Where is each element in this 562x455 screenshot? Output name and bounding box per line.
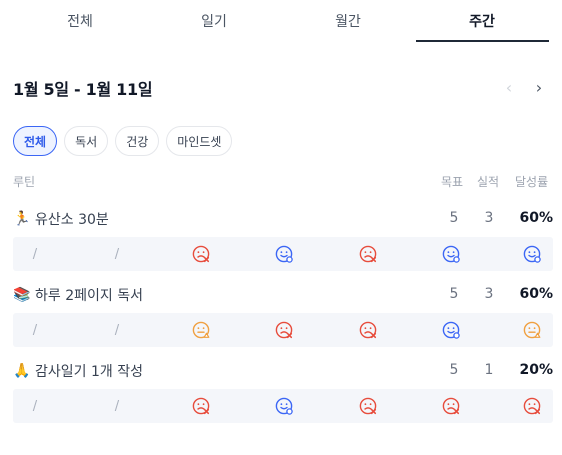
day-status-fail-icon[interactable] — [264, 313, 304, 347]
praying-hands-icon: 🙏 — [13, 363, 31, 379]
rate-column-header: 달성률 — [515, 175, 549, 189]
routine-done: 3 — [484, 286, 494, 302]
day-status-fail-icon[interactable] — [181, 237, 221, 271]
routine-name-label: 하루 2페이지 독서 — [35, 288, 143, 304]
day-empty-cell: / — [97, 313, 137, 347]
day-empty-cell: / — [15, 389, 55, 423]
routine-name[interactable]: 🙏 감사일기 1개 작성 — [13, 361, 143, 381]
prev-week-button[interactable]: ‹ — [501, 80, 517, 96]
day-status-success-icon[interactable] — [512, 237, 552, 271]
day-status-fail-icon[interactable] — [348, 237, 388, 271]
routine-title-row: 🏃 유산소 30분 5 3 60% — [13, 205, 553, 231]
week-navigation: ‹ › — [501, 80, 553, 96]
routine-column-header: 루틴 — [13, 175, 36, 189]
routine-done: 1 — [484, 362, 494, 378]
routine-row[interactable]: 🏃 유산소 30분 5 3 60% / / — [13, 205, 553, 271]
day-status-success-icon[interactable] — [264, 389, 304, 423]
empty-day-mark: / — [114, 246, 120, 262]
day-status-fail-icon[interactable] — [348, 313, 388, 347]
tab-3[interactable]: 주간 — [415, 0, 549, 42]
empty-day-mark: / — [32, 322, 38, 338]
tab-0[interactable]: 전체 — [13, 0, 147, 42]
date-range-row: 1월 5일 - 1월 11일 ‹ › — [13, 76, 553, 100]
routine-goal: 5 — [449, 286, 459, 302]
day-status-partial-icon[interactable] — [181, 313, 221, 347]
routine-goal: 5 — [449, 362, 459, 378]
view-tabs: 전체 일기 월간 주간 — [0, 0, 562, 42]
routine-rate: 60% — [519, 210, 553, 226]
category-filters: 전체 독서 건강 마인드셋 — [13, 126, 233, 156]
day-status-fail-icon[interactable] — [181, 389, 221, 423]
routine-title-row: 📚 하루 2페이지 독서 5 3 60% — [13, 281, 553, 307]
day-empty-cell: / — [15, 313, 55, 347]
tab-2[interactable]: 월간 — [281, 0, 415, 42]
day-empty-cell: / — [97, 389, 137, 423]
empty-day-mark: / — [32, 398, 38, 414]
filter-chip-2[interactable]: 건강 — [115, 126, 160, 156]
day-empty-cell: / — [15, 237, 55, 271]
date-range-label: 1월 5일 - 1월 11일 — [13, 80, 153, 99]
day-status-fail-icon[interactable] — [431, 389, 471, 423]
day-status-fail-icon[interactable] — [348, 389, 388, 423]
day-empty-cell: / — [97, 237, 137, 271]
routine-day-track: / / — [13, 389, 553, 423]
routine-name[interactable]: 📚 하루 2페이지 독서 — [13, 285, 143, 305]
filter-chip-3[interactable]: 마인드셋 — [166, 126, 233, 156]
table-header: 루틴 목표 실적 달성률 — [13, 172, 553, 190]
routine-name[interactable]: 🏃 유산소 30분 — [13, 209, 109, 229]
filter-chip-0[interactable]: 전체 — [13, 126, 58, 156]
day-status-success-icon[interactable] — [431, 237, 471, 271]
empty-day-mark: / — [114, 322, 120, 338]
routine-row[interactable]: 📚 하루 2페이지 독서 5 3 60% / / — [13, 281, 553, 347]
running-person-icon: 🏃 — [13, 211, 31, 227]
routine-name-label: 감사일기 1개 작성 — [35, 364, 143, 380]
next-week-button[interactable]: › — [531, 80, 547, 96]
day-status-success-icon[interactable] — [264, 237, 304, 271]
books-icon: 📚 — [13, 287, 31, 303]
day-status-fail-icon[interactable] — [512, 389, 552, 423]
routine-row[interactable]: 🙏 감사일기 1개 작성 5 1 20% / / — [13, 357, 553, 423]
routine-day-track: / / — [13, 237, 553, 271]
filter-chip-1[interactable]: 독서 — [64, 126, 109, 156]
done-column-header: 실적 — [477, 175, 500, 189]
routine-name-label: 유산소 30분 — [35, 212, 109, 228]
day-status-partial-icon[interactable] — [512, 313, 552, 347]
routine-rate: 20% — [519, 362, 553, 378]
routine-title-row: 🙏 감사일기 1개 작성 5 1 20% — [13, 357, 553, 383]
day-status-success-icon[interactable] — [431, 313, 471, 347]
routine-rate: 60% — [519, 286, 553, 302]
routine-day-track: / / — [13, 313, 553, 347]
tab-1[interactable]: 일기 — [147, 0, 281, 42]
empty-day-mark: / — [114, 398, 120, 414]
routine-done: 3 — [484, 210, 494, 226]
empty-day-mark: / — [32, 246, 38, 262]
routine-goal: 5 — [449, 210, 459, 226]
goal-column-header: 목표 — [441, 175, 464, 189]
